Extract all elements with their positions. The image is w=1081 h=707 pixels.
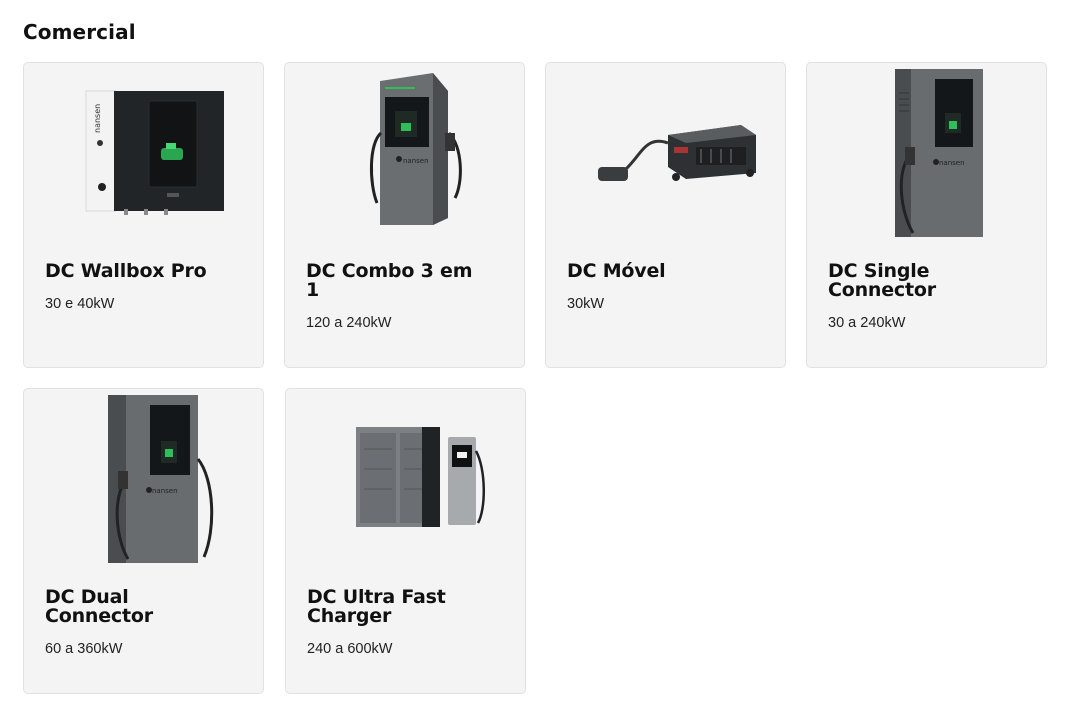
brand-logo-text: nansen <box>431 487 438 509</box>
brand-logo-text: nansen <box>403 157 429 165</box>
product-card-dc-wallbox-pro[interactable]: nansen DC Wallbox Pro 30 e 40kW <box>23 62 264 368</box>
combo-charger-image: nansen <box>285 63 524 243</box>
product-power: 30 a 240kW <box>828 315 906 331</box>
brand-logo-text: nansen <box>152 487 178 495</box>
product-card-dc-movel[interactable]: DC Móvel 30kW <box>545 62 786 368</box>
product-power: 240 a 600kW <box>307 641 393 657</box>
product-power: 30kW <box>567 296 605 312</box>
product-power: 120 a 240kW <box>306 315 392 331</box>
product-name: DC Combo 3 em 1 <box>306 260 473 301</box>
wallbox-charger-image: nansen <box>24 63 263 243</box>
section-title: Comercial <box>23 20 136 44</box>
brand-logo-text: nansen <box>939 159 965 167</box>
product-power: 30 e 40kW <box>45 296 115 312</box>
ultra-fast-charger-image: nansen <box>286 389 525 569</box>
brand-logo-text: nansen <box>93 104 102 133</box>
product-name: DC Móvel <box>567 260 666 282</box>
product-card-dc-combo-3-em-1[interactable]: nansen DC Combo 3 em 1 120 a 240kW <box>284 62 525 368</box>
product-card-dc-dual-connector[interactable]: nansen DC Dual Connector 60 a 360kW <box>23 388 264 694</box>
product-name: DC Dual Connector <box>45 586 153 627</box>
product-power: 60 a 360kW <box>45 641 123 657</box>
single-connector-charger-image: nansen <box>807 63 1046 243</box>
product-name: DC Ultra Fast Charger <box>307 586 446 627</box>
dual-connector-charger-image: nansen <box>24 389 263 569</box>
product-name: DC Wallbox Pro <box>45 260 207 282</box>
product-card-dc-ultra-fast-charger[interactable]: nansen DC Ultra Fast Charger 240 a 600kW <box>285 388 526 694</box>
product-card-dc-single-connector[interactable]: nansen DC Single Connector 30 a 240kW <box>806 62 1047 368</box>
product-name: DC Single Connector <box>828 260 936 301</box>
mobile-charger-image <box>546 63 785 243</box>
